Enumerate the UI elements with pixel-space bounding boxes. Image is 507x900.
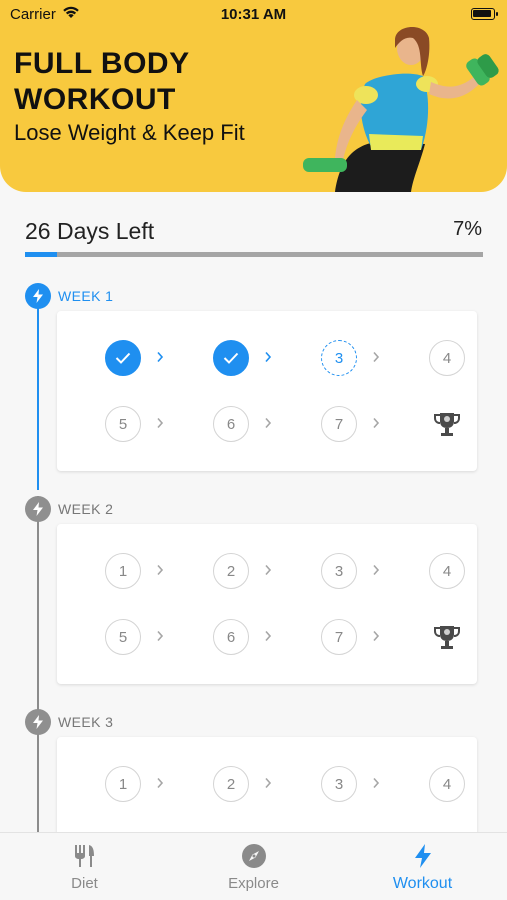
week-days-card: 1 2 3 4 5 6 7 xyxy=(57,524,477,684)
day-1-button[interactable]: 1 xyxy=(105,553,141,589)
lightning-icon xyxy=(25,496,51,522)
trophy-icon[interactable] xyxy=(432,409,462,439)
day-6-button[interactable]: 6 xyxy=(213,619,249,655)
day-1-button[interactable]: 1 xyxy=(105,766,141,802)
chevron-right-icon xyxy=(264,417,274,431)
timeline-line-active xyxy=(37,306,39,490)
day-4-button[interactable]: 4 xyxy=(429,553,465,589)
chevron-right-icon xyxy=(372,351,382,365)
hero-banner: Carrier 10:31 AM FULL BODY WORKOUT Lose … xyxy=(0,0,507,192)
tab-diet[interactable]: Diet xyxy=(0,833,169,900)
chevron-right-icon xyxy=(156,417,166,431)
tab-explore[interactable]: Explore xyxy=(169,833,338,900)
chevron-right-icon xyxy=(372,564,382,578)
page-subtitle: Lose Weight & Keep Fit xyxy=(14,120,245,145)
day-4-button[interactable]: 4 xyxy=(429,766,465,802)
week-header: WEEK 3 xyxy=(25,709,325,735)
chevron-right-icon xyxy=(264,630,274,644)
chevron-right-icon xyxy=(156,630,166,644)
compass-icon xyxy=(242,844,266,868)
chevron-right-icon xyxy=(372,630,382,644)
day-5-button[interactable]: 5 xyxy=(105,619,141,655)
lightning-icon xyxy=(25,283,51,309)
page-title: FULL BODY WORKOUT xyxy=(14,47,190,116)
day-3-button[interactable]: 3 xyxy=(321,766,357,802)
fork-knife-icon xyxy=(75,845,94,867)
woman-with-dumbbells-image xyxy=(303,26,499,192)
week-header: WEEK 2 xyxy=(25,496,325,522)
days-left-label: 26 Days Left xyxy=(25,218,155,244)
day-7-button[interactable]: 7 xyxy=(321,406,357,442)
day-2-button[interactable] xyxy=(213,340,249,376)
tab-explore-label: Explore xyxy=(228,875,279,892)
week-label: WEEK 3 xyxy=(58,714,114,730)
day-3-button[interactable]: 3 xyxy=(321,340,357,376)
day-6-button[interactable]: 6 xyxy=(213,406,249,442)
chevron-right-icon xyxy=(156,564,166,578)
day-2-button[interactable]: 2 xyxy=(213,766,249,802)
chevron-right-icon xyxy=(156,351,166,365)
progress-percent: 7% xyxy=(453,218,482,240)
lightning-icon xyxy=(415,844,431,868)
week-days-card: 3 4 5 6 7 xyxy=(57,311,477,471)
progress-bar xyxy=(25,252,483,257)
progress-fill xyxy=(25,252,58,257)
checkmark-icon xyxy=(223,352,239,364)
tab-diet-label: Diet xyxy=(71,875,98,892)
day-3-button[interactable]: 3 xyxy=(321,553,357,589)
chevron-right-icon xyxy=(264,351,274,365)
chevron-right-icon xyxy=(264,777,274,791)
day-5-button[interactable]: 5 xyxy=(105,406,141,442)
timeline-line-inactive xyxy=(37,496,39,832)
tab-workout[interactable]: Workout xyxy=(338,833,507,900)
checkmark-icon xyxy=(115,352,131,364)
chevron-right-icon xyxy=(156,777,166,791)
day-2-button[interactable]: 2 xyxy=(213,553,249,589)
chevron-right-icon xyxy=(264,564,274,578)
week-label: WEEK 2 xyxy=(58,501,114,517)
day-4-button[interactable]: 4 xyxy=(429,340,465,376)
day-7-button[interactable]: 7 xyxy=(321,619,357,655)
day-1-button[interactable] xyxy=(105,340,141,376)
trophy-icon[interactable] xyxy=(432,622,462,652)
chevron-right-icon xyxy=(372,417,382,431)
tab-bar: Diet Explore Workout xyxy=(0,832,507,900)
lightning-icon xyxy=(25,709,51,735)
tab-workout-label: Workout xyxy=(392,875,453,892)
week-label: WEEK 1 xyxy=(58,288,114,304)
week-header: WEEK 1 xyxy=(25,283,325,309)
chevron-right-icon xyxy=(372,777,382,791)
